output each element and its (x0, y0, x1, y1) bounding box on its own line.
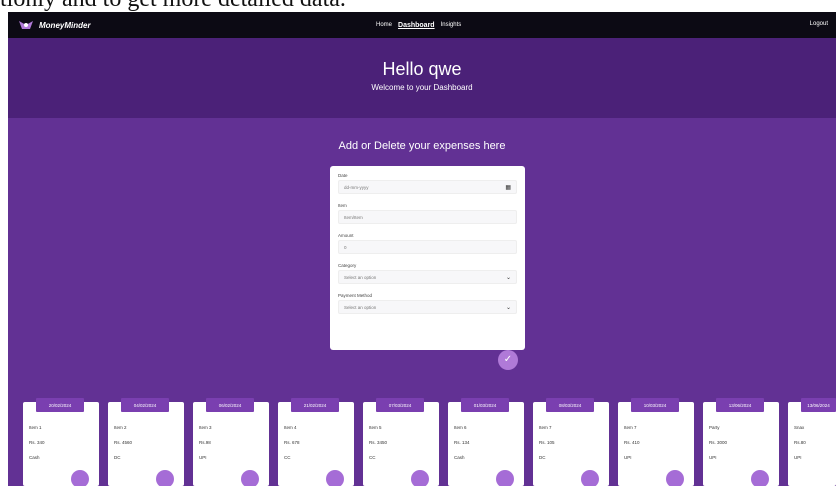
expense-card: 01/03/2024 Item 6 Rs. 134 Cash (448, 398, 524, 486)
expense-item: Item 7 (539, 425, 552, 430)
delete-expense-button[interactable] (71, 470, 89, 486)
check-icon: ✓ (503, 354, 513, 365)
category-select[interactable]: Select an option ⌄ (338, 270, 517, 284)
expense-amount: Rs. 678 (284, 440, 300, 445)
expense-method: DC (539, 455, 546, 460)
expense-amount: Rs.98 (199, 440, 211, 445)
expense-amount: Rs. 3450 (369, 440, 388, 445)
expense-date: 13/06/2024 (801, 398, 836, 412)
expense-card: 10/03/2024 Item 7 Rs. 410 UPI (618, 398, 694, 486)
item-placeholder: Item/Item (344, 214, 363, 220)
amount-value: 0 (344, 244, 347, 250)
expense-form: Date dd-mm-yyyy ▦ Item Item/Item Amount … (330, 166, 525, 350)
delete-expense-button[interactable] (751, 470, 769, 486)
expense-item: Item 5 (369, 425, 382, 430)
payment-method-label: Payment Method (338, 293, 373, 298)
expense-amount: Rs. 105 (539, 440, 555, 445)
delete-expense-button[interactable] (581, 470, 599, 486)
amount-input[interactable]: 0 (338, 240, 517, 254)
delete-expense-button[interactable] (326, 470, 344, 486)
expense-item: Item 1 (29, 425, 42, 430)
amount-label: Amount (338, 233, 354, 238)
category-value: Select an option (344, 274, 377, 280)
delete-expense-button[interactable] (156, 470, 174, 486)
expense-date: 20/02/2024 (36, 398, 84, 412)
chevron-down-icon: ⌄ (505, 305, 511, 311)
expense-amount: Rs.80 (794, 440, 806, 445)
nav-links: Home Dashboard Insights (376, 12, 461, 38)
expense-method: UPI (709, 455, 717, 460)
expense-item: Party (709, 425, 720, 430)
main-section: Add or Delete your expenses here Date dd… (8, 118, 836, 486)
expense-date: 04/02/2024 (121, 398, 169, 412)
expense-method: UPI (624, 455, 632, 460)
expense-card: 04/02/2024 Item 2 Rs. 4560 DC (108, 398, 184, 486)
expense-item: Item 7 (624, 425, 637, 430)
category-label: Category (338, 263, 357, 268)
expense-card: 13/06/2024 Party Rs. 3000 UPI (703, 398, 779, 486)
expense-method: DC (114, 455, 121, 460)
delete-expense-button[interactable] (496, 470, 514, 486)
item-label: Item (338, 203, 347, 208)
caption-text: tionly and to get more detailed data. (0, 0, 836, 12)
delete-expense-button[interactable] (241, 470, 259, 486)
expense-amount: Rs. 410 (624, 440, 640, 445)
calendar-icon[interactable]: ▦ (505, 184, 511, 191)
delete-expense-button[interactable] (411, 470, 429, 486)
expense-item: Item 6 (454, 425, 467, 430)
expense-item: Item 4 (284, 425, 297, 430)
expense-card: 07/03/2024 Item 5 Rs. 3450 CC (363, 398, 439, 486)
payment-method-value: Select an option (344, 304, 377, 310)
nav-link-insights[interactable]: Insights (441, 22, 462, 28)
expense-amount: Rs. 4560 (114, 440, 133, 445)
nav-link-dashboard[interactable]: Dashboard (398, 22, 435, 29)
expense-method: UPI (794, 455, 802, 460)
expense-date: 13/06/2024 (716, 398, 764, 412)
expense-item: Item 3 (199, 425, 212, 430)
expense-method: Cash (454, 455, 465, 460)
date-label: Date (338, 173, 348, 178)
payment-method-select[interactable]: Select an option ⌄ (338, 300, 517, 314)
item-input[interactable]: Item/Item (338, 210, 517, 224)
brand[interactable]: MoneyMinder (18, 19, 91, 31)
delete-expense-button[interactable] (666, 470, 684, 486)
chevron-down-icon: ⌄ (505, 275, 511, 281)
hero-banner: Hello qwe Welcome to your Dashboard (8, 38, 836, 118)
date-input[interactable]: dd-mm-yyyy ▦ (338, 180, 517, 194)
expense-date: 10/03/2024 (631, 398, 679, 412)
hero-title: Hello qwe (382, 59, 462, 79)
expense-card: 06/02/2024 Item 3 Rs.98 UPI (193, 398, 269, 486)
expense-method: CC (369, 455, 376, 460)
expense-card: 08/03/2024 Item 7 Rs. 105 DC (533, 398, 609, 486)
expense-method: Cash (29, 455, 40, 460)
expense-amount: Rs. 134 (454, 440, 470, 445)
expense-method: CC (284, 455, 291, 460)
expense-date: 07/03/2024 (376, 398, 424, 412)
expense-amount: Rs. 3000 (709, 440, 728, 445)
logout-link[interactable]: Logout (810, 21, 828, 27)
date-value: dd-mm-yyyy (344, 184, 369, 190)
brand-name: MoneyMinder (39, 20, 91, 30)
navbar: MoneyMinder Home Dashboard Insights Logo… (8, 12, 836, 38)
nav-link-home[interactable]: Home (376, 22, 392, 28)
expense-method: UPI (199, 455, 207, 460)
expense-date: 06/02/2024 (206, 398, 254, 412)
expense-item: Item 2 (114, 425, 127, 430)
add-expense-button[interactable]: ✓ (498, 350, 518, 370)
section-title: Add or Delete your expenses here (338, 140, 506, 152)
expense-item: Snax (794, 425, 805, 430)
expense-date: 21/02/2024 (291, 398, 339, 412)
expense-amount: Rs. 340 (29, 440, 45, 445)
brand-logo-icon (19, 21, 33, 29)
expense-card: 21/02/2024 Item 4 Rs. 678 CC (278, 398, 354, 486)
expense-date: 08/03/2024 (546, 398, 594, 412)
expense-card: 13/06/2024 Snax Rs.80 UPI (788, 398, 836, 486)
hero-subtitle: Welcome to your Dashboard (371, 83, 473, 92)
expense-card: 20/02/2024 Item 1 Rs. 340 Cash (23, 398, 99, 486)
expense-date: 01/03/2024 (461, 398, 509, 412)
